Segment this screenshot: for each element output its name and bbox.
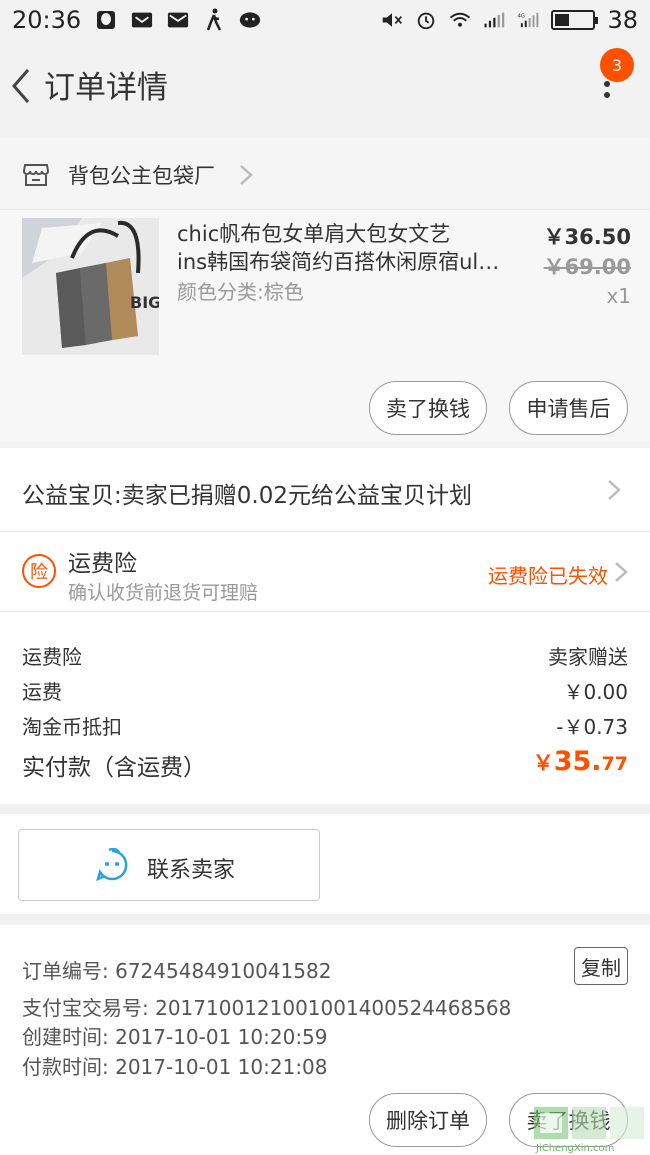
after-sales-button[interactable]: 申请售后 [509, 381, 628, 435]
wifi-icon [449, 9, 471, 31]
qq-icon [95, 9, 117, 31]
signal-4g-icon: 4G [517, 9, 539, 31]
fee-line: 运费 ￥0.00 [22, 676, 628, 706]
fee-value: -￥0.73 [556, 715, 628, 739]
total-currency: ￥ [532, 751, 554, 775]
status-notification-icons [95, 8, 261, 31]
shop-row[interactable]: 背包公主包袋厂 [0, 138, 650, 210]
fee-line: 淘金币抵扣 -￥0.73 [22, 711, 628, 741]
chat-bot-icon [96, 848, 128, 882]
product-title-line2: ins韩国布袋简约百搭休闲原宿ulzzang [177, 250, 507, 274]
store-icon [22, 164, 50, 186]
total-integer: 35. [553, 746, 602, 777]
walking-icon [203, 8, 225, 31]
product-quantity: x1 [606, 284, 631, 308]
total-amount: ￥35.77 [533, 746, 628, 777]
back-icon[interactable] [6, 64, 36, 108]
fee-summary: 运费险 卖家赠送 运费 ￥0.00 淘金币抵扣 -￥0.73 实付款（含运费） … [0, 612, 650, 804]
product-thumbnail[interactable]: BIG- [22, 218, 159, 355]
order-number: 订单编号: 67245484910041582 [22, 959, 332, 983]
battery-icon [551, 10, 599, 30]
status-bar: 20:36 4G 38 [0, 0, 650, 40]
chevron-right-icon [615, 562, 628, 582]
contact-seller-button[interactable]: 联系卖家 [18, 829, 320, 901]
chevron-right-icon [240, 165, 253, 185]
delete-order-button[interactable]: 删除订单 [369, 1093, 487, 1147]
svg-text:4G: 4G [518, 13, 525, 19]
order-info: 订单编号: 67245484910041582 支付宝交易号: 20171001… [0, 925, 650, 1085]
thumb-print: BIG- [130, 293, 159, 312]
insurance-subtitle: 确认收货前退货可理赔 [68, 582, 259, 604]
created-time: 创建时间: 2017-10-01 10:20:59 [22, 1025, 328, 1049]
order-item[interactable]: BIG- chic帆布包女单肩大包女文艺 ins韩国布袋简约百搭休闲原宿ulzz… [0, 210, 650, 442]
battery-percent: 38 [607, 6, 638, 34]
watermark-text: JiChengXin.com [536, 1143, 615, 1154]
shipping-insurance-row[interactable]: 险 运费险 确认收货前退货可理赔 运费险已失效 [0, 532, 650, 612]
chevron-right-icon [608, 480, 621, 500]
product-title-line1: chic帆布包女单肩大包女文艺 [177, 222, 451, 246]
alipay-number: 支付宝交易号: 2017100121001001400524468568 [22, 996, 512, 1020]
total-decimal: 77 [601, 753, 628, 775]
wechat-icon [239, 9, 261, 31]
insurance-icon: 险 [22, 554, 56, 588]
nav-bar: 订单详情 3 [0, 40, 650, 136]
fee-label: 运费险 [22, 645, 82, 669]
more-dot-icon [604, 81, 610, 87]
mail-icon [167, 9, 189, 31]
more-dot-icon [604, 92, 610, 98]
contact-area: 联系卖家 [0, 814, 650, 914]
product-spec: 颜色分类:棕色 [177, 280, 304, 304]
fee-value: ￥0.00 [563, 680, 628, 704]
signal-icon [483, 9, 505, 31]
mute-icon [381, 9, 403, 31]
fee-value: 卖家赠送 [548, 645, 628, 669]
message-icon [131, 9, 153, 31]
fee-line: 运费险 卖家赠送 [22, 641, 628, 671]
insurance-title: 运费险 [68, 551, 137, 577]
copy-button[interactable]: 复制 [574, 947, 628, 985]
notification-badge: 3 [600, 48, 634, 82]
product-price: ￥36.50 [543, 225, 631, 249]
fee-label: 运费 [22, 680, 62, 704]
fee-label: 淘金币抵扣 [22, 715, 122, 739]
insurance-status: 运费险已失效 [488, 564, 608, 588]
contact-seller-label: 联系卖家 [147, 858, 236, 883]
product-original-price: ￥69.00 [543, 255, 631, 279]
sell-for-cash-button[interactable]: 卖了换钱 [369, 381, 487, 435]
page-title: 订单详情 [44, 70, 168, 106]
product-title[interactable]: chic帆布包女单肩大包女文艺 ins韩国布袋简约百搭休闲原宿ulzzang [177, 220, 507, 276]
alarm-icon [415, 9, 437, 31]
paid-time: 付款时间: 2017-10-01 10:21:08 [22, 1055, 328, 1079]
charity-text: 公益宝贝:卖家已捐赠0.02元给公益宝贝计划 [22, 483, 472, 509]
status-time: 20:36 [12, 6, 82, 34]
status-system-icons: 4G 38 [381, 6, 638, 34]
total-label: 实付款（含运费） [22, 755, 206, 781]
charity-row[interactable]: 公益宝贝:卖家已捐赠0.02元给公益宝贝计划 [0, 448, 650, 532]
shop-name: 背包公主包袋厂 [68, 164, 215, 188]
